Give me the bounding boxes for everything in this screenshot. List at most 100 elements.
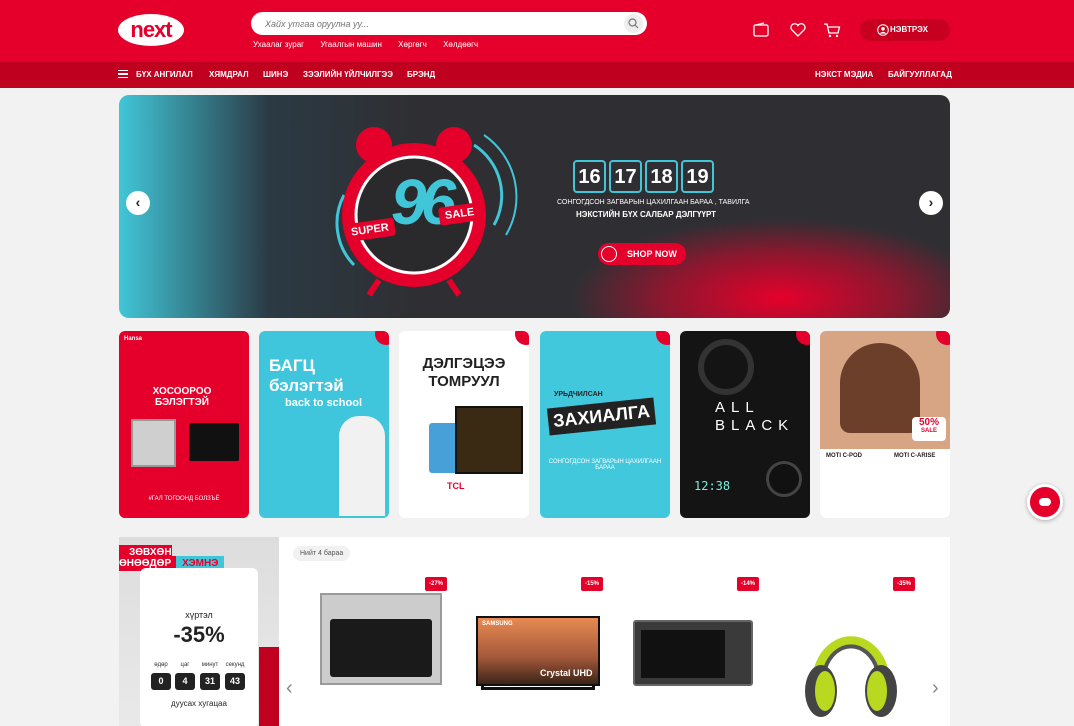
promo-card-back-to-school[interactable]: БАГЦ бэлэгтэй back to school xyxy=(259,331,389,518)
oven-image xyxy=(131,419,176,467)
nav-all-categories[interactable]: БҮХ АНГИЛАЛ xyxy=(136,70,193,79)
corner-badge xyxy=(796,331,810,345)
promo-title: ХОСООРОО БЭЛЭГТЭЙ xyxy=(152,386,212,408)
product-card-microwave[interactable]: -14% xyxy=(613,573,763,726)
timer-seconds: 43 xyxy=(225,673,245,690)
search-icon[interactable] xyxy=(624,14,643,33)
corner-badge xyxy=(936,331,950,345)
decor-strip xyxy=(259,647,279,726)
tv-model-text: Crystal UHD xyxy=(540,668,593,678)
sale-badge-value: 50% xyxy=(918,417,939,428)
hero-banner[interactable]: 96 SUPER SALE 16 17 18 19 СОНГОГДСОН ЗАГВАР… xyxy=(119,95,950,318)
nav-item-media[interactable]: НЭКСТ МЭДИА xyxy=(815,70,873,79)
promo-card-moti[interactable]: 50% SALE MOTI C-POD MOTI C-ARISE xyxy=(820,331,950,518)
tv-brand: SAMSUNG xyxy=(482,621,513,627)
promo-card-hansa[interactable]: Hansa ХОСООРОО БЭЛЭГТЭЙ #ГАЛ ТОГООНД БОЛ… xyxy=(119,331,249,518)
nav-item-sale[interactable]: ХЯМДРАЛ xyxy=(209,70,249,79)
nav-item-business[interactable]: БАЙГУУЛЛАГАД xyxy=(888,70,952,79)
promo-subtitle: back to school xyxy=(285,397,363,409)
hero-next-button[interactable]: › xyxy=(919,191,943,215)
nav-item-brand[interactable]: БРЭНД xyxy=(407,70,435,79)
wallet-icon[interactable] xyxy=(752,22,770,38)
corner-badge xyxy=(515,331,529,345)
sale-badge: 50% SALE xyxy=(912,417,946,441)
next-logo[interactable]: next xyxy=(118,14,184,46)
oven-window xyxy=(330,619,432,677)
promo-title: БАГЦ бэлэгтэй xyxy=(269,356,344,395)
deal-upto-label: хүртэл xyxy=(185,610,213,620)
quick-link[interactable]: Хөргөгч xyxy=(398,40,427,49)
promo-card-preorder[interactable]: УРЬДЧИЛСАН ЗАХИАЛГА СОНГОГДСОН ЗАГВАРЫН … xyxy=(540,331,670,518)
headphone-image xyxy=(698,339,754,395)
headphones-product-image xyxy=(805,636,897,717)
timer-label: өдөр xyxy=(154,662,168,668)
product-name: MOTI C-ARISE xyxy=(894,453,936,459)
login-button[interactable]: НЭВТРЭХ xyxy=(860,19,950,41)
hero-subtitle-2: НЭКСТИЙН БҮХ САЛБАР ДЭЛГҮҮРТ xyxy=(576,210,717,219)
cart-icon[interactable] xyxy=(823,22,841,38)
hero-glow xyxy=(570,218,950,318)
model-image xyxy=(840,343,920,433)
watch-image xyxy=(766,461,802,497)
timer-label: цаг xyxy=(180,662,190,668)
tv-stand xyxy=(481,686,595,690)
login-label: НЭВТРЭХ xyxy=(890,25,928,34)
product-count-badge: Нийт 4 бараа xyxy=(293,546,351,561)
chat-button[interactable] xyxy=(1027,484,1063,520)
countdown-card: хүртэл -35% өдөр цаг минут секунд 0 4 31… xyxy=(140,568,258,726)
microwave-door xyxy=(641,630,725,678)
promo-footer: СОНГОГДСОН ЗАГВАРЫН ЦАХИЛГААН БАРАА xyxy=(548,459,662,471)
promo-card-tcl[interactable]: ДЭЛГЭЦЭЭ ТОМРУУЛ TCL xyxy=(399,331,529,518)
quick-link[interactable]: Угаалгын машин xyxy=(320,40,382,49)
cooktop-image xyxy=(189,423,239,461)
hero-prev-button[interactable]: ‹ xyxy=(126,191,150,215)
heart-icon[interactable] xyxy=(789,22,807,38)
discount-badge: -15% xyxy=(581,577,604,591)
student-image xyxy=(339,416,385,516)
oven-product-image xyxy=(320,593,442,685)
hero-subtitle: СОНГОГДСОН ЗАГВАРЫН ЦАХИЛГААН БАРАА , ТА… xyxy=(557,199,750,206)
top-header: next Ухаалаг зураг Угаалгын машин Хөргөг… xyxy=(0,0,1074,62)
nav-item-loan[interactable]: ЗЭЭЛИЙН ҮЙЛЧИЛГЭЭ xyxy=(303,70,393,79)
hero-number: 96 xyxy=(391,166,456,238)
product-panel xyxy=(820,449,950,518)
discount-badge: -35% xyxy=(893,577,916,591)
promo-title: ALL BLACK xyxy=(715,399,795,434)
discount-badge: -14% xyxy=(737,577,760,591)
sale-badge-label: SALE xyxy=(920,428,937,434)
product-card-headphones[interactable]: -35% xyxy=(769,573,919,726)
promo-title: ДЭЛГЭЦЭЭ ТОМРУУЛ xyxy=(422,355,506,390)
menu-icon[interactable] xyxy=(118,70,128,78)
promo-time: 12:38 xyxy=(694,479,731,493)
user-icon xyxy=(877,24,889,36)
microwave-product-image xyxy=(633,620,753,686)
shop-now-button[interactable]: SHOP NOW xyxy=(598,243,686,265)
deal-next-arrow[interactable]: › xyxy=(932,677,939,700)
timer-days: 0 xyxy=(151,673,171,690)
main-nav: БҮХ АНГИЛАЛ ХЯМДРАЛ ШИНЭ ЗЭЭЛИЙН ҮЙЛЧИЛГ… xyxy=(0,62,1074,88)
quick-link[interactable]: Ухаалаг зураг xyxy=(253,40,304,49)
search-bar[interactable] xyxy=(251,12,647,35)
promo-pretitle: УРЬДЧИЛСАН xyxy=(554,391,603,398)
search-input[interactable] xyxy=(251,12,611,35)
hero-date: 17 xyxy=(609,160,642,193)
daily-deal-section: ЗӨВХӨН ӨНӨӨДӨР ХЭМНЭ хүртэл -35% өдөр цаг… xyxy=(119,537,950,726)
deal-countdown-panel: ЗӨВХӨН ӨНӨӨДӨР ХЭМНЭ хүртэл -35% өдөр цаг… xyxy=(119,537,279,726)
corner-badge xyxy=(375,331,389,345)
deal-prev-arrow[interactable]: ‹ xyxy=(286,677,293,700)
product-card-oven[interactable]: -27% xyxy=(301,573,451,726)
timer-label: минут xyxy=(201,662,219,668)
promo-brand: TCL xyxy=(447,481,465,491)
promo-title: ЗАХИАЛГА xyxy=(546,397,657,436)
tv-product-image: SAMSUNG Crystal UHD xyxy=(476,616,600,686)
promo-card-all-black[interactable]: ALL BLACK 12:38 xyxy=(680,331,810,518)
hero-date: 18 xyxy=(645,160,678,193)
nav-item-new[interactable]: ШИНЭ xyxy=(263,70,288,79)
quick-link[interactable]: Хөлдөөгч xyxy=(443,40,478,49)
product-card-tv[interactable]: -15% SAMSUNG Crystal UHD xyxy=(457,573,607,726)
hero-dates: 16 17 18 19 xyxy=(573,160,717,193)
product-name: MOTI C-POD xyxy=(826,453,862,459)
corner-badge xyxy=(235,331,249,345)
timer-hours: 4 xyxy=(175,673,195,690)
shop-cart-icon xyxy=(601,246,617,262)
